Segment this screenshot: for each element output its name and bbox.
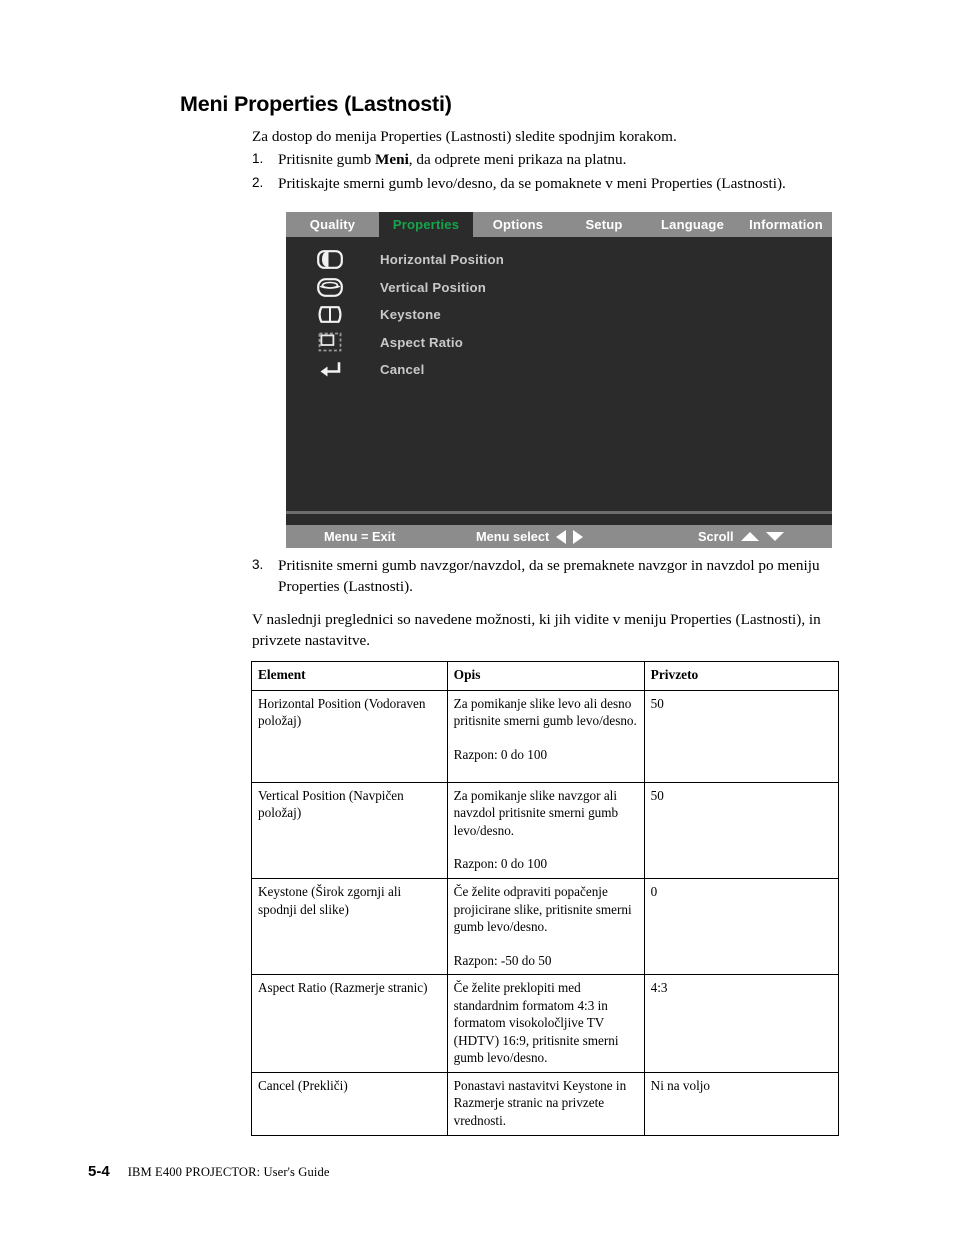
step-text: Pritiskajte smerni gumb levo/desno, da s…: [278, 175, 786, 192]
cell-element: Horizontal Position (Vodoraven položaj): [251, 689, 448, 783]
vertical-position-icon: [310, 277, 350, 297]
cell-privzeto: Ni na voljo: [643, 1071, 840, 1136]
osd-footer-exit-label: Menu = Exit: [324, 529, 396, 544]
return-arrow-icon: [310, 360, 350, 380]
osd-item-label: Horizontal Position: [380, 252, 504, 268]
footer-document-title: IBM E400 PROJECTOR: User's Guide: [127, 1165, 330, 1179]
cell-element: Vertical Position (Navpičen položaj): [251, 781, 448, 880]
horizontal-position-icon: [310, 250, 350, 270]
step-number: 3.: [252, 557, 264, 572]
table-intro-paragraph: V naslednji preglednici so navedene možn…: [252, 611, 821, 649]
table-row: Aspect Ratio (Razmerje stranic) Če želit…: [251, 974, 840, 1073]
cell-opis-main: Če želite odpraviti popačenje projiciran…: [453, 884, 632, 935]
step-text: Pritisnite smerni gumb navzgor/navzdol, …: [278, 557, 820, 595]
cell-opis-range: Razpon: 0 do 100: [453, 746, 548, 762]
osd-item-label: Vertical Position: [380, 279, 487, 295]
cell-privzeto: 0: [643, 878, 840, 976]
cell-opis-main: Ponastavi nastavitvi Keystone in Razmerj…: [453, 1077, 627, 1129]
osd-item-label: Cancel: [380, 362, 425, 378]
arrow-down-icon[interactable]: [765, 532, 784, 541]
osd-footer-bar: Menu = Exit Menu select Scroll: [286, 525, 832, 548]
document-page: Meni Properties (Lastnosti) Za dostop do…: [0, 0, 954, 1235]
aspect-ratio-icon: [310, 332, 350, 352]
step-number: 1.: [252, 151, 264, 166]
cell-opis: Če želite preklopiti med standardnim for…: [446, 974, 645, 1073]
cell-opis-range: Razpon: -50 do 50: [453, 952, 552, 968]
arrow-right-icon[interactable]: [573, 529, 584, 544]
cell-privzeto: 50: [643, 689, 840, 783]
cell-opis-main: Če želite preklopiti med standardnim for…: [453, 980, 619, 1066]
osd-blank-strip: [286, 514, 832, 525]
osd-item-label: Keystone: [380, 307, 441, 323]
step-text: Pritisnite gumb Meni, da odprete meni pr…: [278, 150, 852, 171]
table-header-row: Element Opis Privzeto: [251, 661, 840, 691]
step-item-3: 3. Pritisnite smerni gumb navzgor/navzdo…: [252, 556, 852, 598]
table-row: Vertical Position (Navpičen položaj) Za …: [251, 781, 840, 880]
osd-tab-quality[interactable]: Quality: [286, 212, 379, 237]
osd-tab-language[interactable]: Language: [645, 212, 740, 237]
step-text-before: Pritisnite gumb: [278, 151, 376, 168]
osd-item-horizontal-position[interactable]: Horizontal Position: [286, 246, 832, 274]
table-header: Element Opis Privzeto: [251, 661, 840, 691]
step-text-after: , da odprete meni prikaza na platnu.: [408, 151, 627, 168]
cell-opis: Ponastavi nastavitvi Keystone in Razmerj…: [446, 1071, 645, 1136]
cell-opis-main: Za pomikanje slike levo ali desno pritis…: [453, 695, 637, 729]
cell-opis: Za pomikanje slike levo ali desno pritis…: [446, 689, 645, 783]
osd-tab-bar: Quality Properties Options Setup Languag…: [286, 212, 832, 237]
cell-privzeto: 50: [643, 781, 840, 880]
table-header-opis: Opis: [446, 661, 645, 691]
cell-privzeto: 4:3: [643, 974, 840, 1073]
osd-menu-screenshot: Quality Properties Options Setup Languag…: [286, 212, 832, 548]
cell-element: Cancel (Prekliči): [251, 1071, 448, 1136]
cell-opis: Če želite odpraviti popačenje projiciran…: [446, 878, 645, 976]
properties-options-table: Element Opis Privzeto Horizontal Positio…: [251, 661, 840, 1136]
keystone-icon: [310, 305, 350, 324]
osd-menu-list: Horizontal Position Vertical Position Ke…: [286, 246, 832, 511]
table-body: Horizontal Position (Vodoraven položaj) …: [251, 689, 840, 1136]
step-text-bold: Meni: [375, 151, 409, 168]
page-title: Meni Properties (Lastnosti): [180, 92, 452, 116]
osd-footer-scroll: Scroll: [698, 525, 784, 548]
arrow-up-icon[interactable]: [740, 532, 759, 541]
osd-item-label: Aspect Ratio: [380, 334, 464, 350]
osd-footer-scroll-label: Scroll: [698, 529, 734, 544]
table-header-element: Element: [251, 661, 448, 691]
step-item-1: 1. Pritisnite gumb Meni, da odprete meni…: [252, 150, 852, 171]
footer-page-number: 5-4: [88, 1163, 110, 1180]
intro-paragraph: Za dostop do menija Properties (Lastnost…: [252, 128, 677, 145]
table-row: Keystone (Širok zgornji ali spodnji del …: [251, 878, 840, 976]
osd-footer-menu-select: Menu select: [476, 525, 584, 548]
osd-tab-properties[interactable]: Properties: [379, 212, 473, 237]
cell-opis-main: Za pomikanje slike navzgor ali navzdol p…: [453, 787, 619, 838]
cell-element: Aspect Ratio (Razmerje stranic): [251, 974, 448, 1073]
step-item-2: 2. Pritiskajte smerni gumb levo/desno, d…: [252, 174, 852, 195]
osd-item-cancel[interactable]: Cancel: [286, 356, 832, 384]
cell-element: Keystone (Širok zgornji ali spodnji del …: [251, 878, 448, 976]
osd-item-keystone[interactable]: Keystone: [286, 301, 832, 329]
table-header-privzeto: Privzeto: [643, 661, 840, 691]
cell-opis: Za pomikanje slike navzgor ali navzdol p…: [446, 781, 645, 880]
osd-item-aspect-ratio[interactable]: Aspect Ratio: [286, 329, 832, 357]
osd-tab-information[interactable]: Information: [740, 212, 832, 237]
osd-item-vertical-position[interactable]: Vertical Position: [286, 274, 832, 302]
osd-tab-options[interactable]: Options: [473, 212, 563, 237]
osd-footer-exit: Menu = Exit: [324, 525, 395, 548]
page-footer: 5-4 IBM E400 PROJECTOR: User's Guide: [88, 1163, 330, 1180]
table-row: Cancel (Prekliči) Ponastavi nastavitvi K…: [251, 1071, 840, 1136]
cell-opis-range: Razpon: 0 do 100: [453, 856, 548, 872]
osd-tab-setup[interactable]: Setup: [563, 212, 645, 237]
step-number: 2.: [252, 175, 264, 190]
arrow-left-icon[interactable]: [556, 529, 567, 544]
table-row: Horizontal Position (Vodoraven položaj) …: [251, 689, 840, 783]
osd-footer-select-label: Menu select: [476, 529, 550, 544]
